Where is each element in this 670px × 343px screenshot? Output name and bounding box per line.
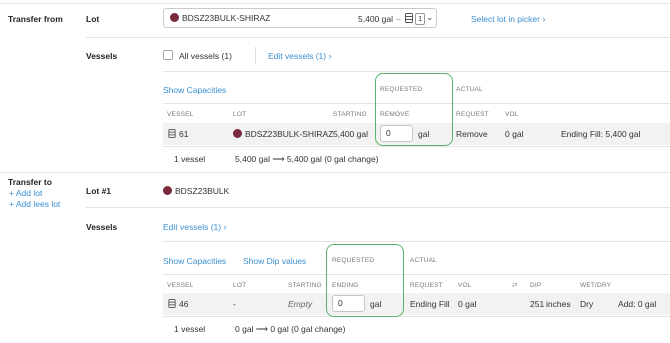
lot-count-badge: 1 (415, 13, 426, 25)
lot-color-dot (163, 186, 172, 195)
select-lot-link-text: Select lot in picker (471, 14, 540, 24)
all-vessels-checkbox[interactable] (163, 50, 173, 60)
vol-cell: 0 gal (458, 299, 477, 309)
vessel-number: 46 (179, 299, 189, 309)
volume-summary: 5,400 gal ⟶ 5,400 gal (0 gal change) (235, 154, 379, 164)
divider (255, 47, 256, 64)
edit-vessels-link[interactable]: Edit vessels (1) › (268, 51, 331, 61)
starting-cell: Empty (288, 299, 313, 309)
lot-select-name: BDSZ23BULK-SHIRAZ (182, 13, 271, 23)
lot-color-dot (170, 13, 179, 22)
lot-color-dot (233, 129, 242, 138)
lot-select[interactable]: BDSZ23BULK-SHIRAZ 5,400 gal – 1 ⌄ (163, 8, 437, 28)
lot-cell: BDSZ23BULK-SHIRAZ (233, 129, 333, 139)
edit-vessels-link[interactable]: Edit vessels (1) › (163, 222, 226, 232)
col-vessel: VESSEL (167, 282, 194, 289)
plus-icon: + (9, 188, 14, 198)
request-cell: Remove (456, 129, 488, 139)
vessel-count: 1 vessel (174, 324, 206, 334)
col-dip: DIP (530, 282, 542, 289)
dip-unit: inches (546, 299, 571, 309)
edit-vessels-text: Edit vessels (1) (268, 51, 327, 61)
vessels-label: Vessels (86, 51, 118, 61)
col-starting: STARTING (288, 282, 322, 289)
chevron-right-icon: › (328, 51, 332, 61)
vessel-count: 1 vessel (174, 154, 206, 164)
col-lot: LOT (233, 111, 247, 118)
select-lot-in-picker-link[interactable]: Select lot in picker › (471, 14, 545, 24)
ending-fill-cell: Ending Fill: 5,400 gal (561, 129, 641, 139)
show-capacities-link[interactable]: Show Capacities (163, 256, 226, 266)
transfer-from-label: Transfer from (8, 14, 63, 24)
requested-highlight (326, 244, 404, 317)
add-lot-link[interactable]: + Add lot (9, 188, 42, 198)
vessel-cell[interactable]: 61 (168, 129, 188, 139)
plus-icon: + (9, 199, 14, 209)
col-lot: LOT (233, 282, 247, 289)
vessel-cell[interactable]: 46 (168, 299, 188, 309)
actual-group-header: ACTUAL (410, 257, 437, 264)
col-vol: VOL (505, 111, 519, 118)
col-wetdry: WET/DRY (580, 282, 612, 289)
vessels-label: Vessels (86, 222, 118, 232)
requested-highlight (375, 73, 453, 146)
barrel-icon (168, 129, 176, 138)
vol-cell: 0 gal (505, 129, 524, 139)
lot-select-volume: 5,400 gal (358, 14, 393, 24)
lot-label: Lot (86, 14, 100, 24)
add-lees-lot-link[interactable]: + Add lees lot (9, 199, 60, 209)
starting-cell: 5,400 gal (333, 129, 368, 139)
show-dip-values-link[interactable]: Show Dip values (243, 256, 306, 266)
col-vessel: VESSEL (167, 111, 194, 118)
target-lot: BDSZ23BULK (163, 186, 229, 196)
col-starting: STARTING (333, 111, 367, 118)
show-capacities-link[interactable]: Show Capacities (163, 85, 226, 95)
col-vol: VOL (458, 282, 472, 289)
actual-group-header: ACTUAL (456, 86, 483, 93)
swap-icon[interactable]: ⇄ (512, 281, 518, 289)
col-request: REQUEST (410, 282, 443, 289)
target-lot-name: BDSZ23BULK (175, 186, 230, 196)
edit-vessels-text: Edit vessels (1) (163, 222, 222, 232)
add-lees-lot-text: Add lees lot (15, 199, 61, 209)
lot-cell: - (233, 299, 236, 309)
lot-name: BDSZ23BULK-SHIRAZ (245, 129, 334, 139)
barrel-icon (405, 13, 413, 25)
request-cell: Ending Fill (410, 299, 450, 309)
transfer-to-label: Transfer to (8, 177, 52, 187)
add-lot-text: Add lot (15, 188, 43, 198)
col-request: REQUEST (456, 111, 489, 118)
lot-option: BDSZ23BULK-SHIRAZ (170, 13, 270, 23)
chevron-right-icon: › (542, 14, 546, 24)
wetdry-cell[interactable]: Dry (580, 299, 593, 309)
all-vessels-label: All vessels (1) (179, 51, 232, 61)
lot-select-separator: – (396, 14, 401, 24)
add-volume-cell: Add: 0 gal (618, 299, 657, 309)
lot-1-label: Lot #1 (86, 186, 112, 196)
barrel-icon (168, 299, 176, 308)
chevron-down-icon[interactable]: ⌄ (426, 12, 434, 23)
volume-summary: 0 gal ⟶ 0 gal (0 gal change) (235, 324, 346, 334)
chevron-right-icon: › (223, 222, 227, 232)
vessel-number: 61 (179, 129, 189, 139)
dip-value: 251 (530, 299, 545, 309)
